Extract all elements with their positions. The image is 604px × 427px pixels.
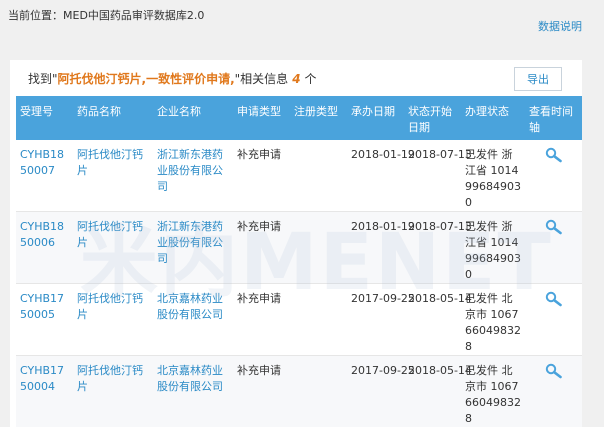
company-name[interactable]: 浙江新东港药业股份有限公司: [153, 140, 233, 212]
breadcrumb: 当前位置：MED中国药品审评数据库2.0: [8, 9, 205, 22]
col-header-id[interactable]: 受理号: [16, 96, 73, 140]
acceptance-id[interactable]: CYHB1750004: [16, 356, 73, 427]
magnifier-icon[interactable]: [545, 291, 563, 312]
handling-status: 已发件 北京市 1067660498328: [465, 364, 521, 425]
timeline-cell: [525, 284, 582, 356]
export-button[interactable]: 导出: [514, 67, 562, 91]
table-header-row: 受理号 药品名称 企业名称 申请类型 注册类型 承办日期 状态开始日期 办理状态…: [16, 96, 582, 140]
top-bar: 当前位置：MED中国药品审评数据库2.0 数据说明: [0, 0, 604, 60]
results-panel: 找到"阿托伐他汀钙片,一致性评价申请,"相关信息 4 个 导出 受理号 药品名称 企…: [10, 60, 582, 427]
table-row: CYHB1750004 阿托伐他汀钙片 北京嘉林药业股份有限公司 补充申请 20…: [16, 355, 582, 427]
undertake-date: 2018-01-19: [351, 220, 415, 233]
registration-type: [290, 140, 347, 212]
handling-status: 已发件 浙江省 1014996849030: [465, 148, 521, 209]
col-header-company[interactable]: 企业名称: [153, 96, 233, 140]
application-type: 补充申请: [237, 148, 281, 161]
timeline-cell: [525, 356, 582, 427]
company-name[interactable]: 北京嘉林药业股份有限公司: [153, 356, 233, 427]
col-header-status[interactable]: 办理状态: [461, 96, 525, 140]
status-start-date: 2018-07-13: [408, 220, 472, 233]
acceptance-id[interactable]: CYHB1750005: [16, 284, 73, 356]
handling-status: 已发件 浙江省 1014996849030: [465, 220, 521, 281]
company-name[interactable]: 浙江新东港药业股份有限公司: [153, 212, 233, 284]
undertake-date: 2017-09-25: [351, 292, 415, 305]
timeline-cell: [525, 212, 582, 284]
data-help-link[interactable]: 数据说明: [538, 18, 582, 34]
col-header-timeline[interactable]: 查看时间轴: [525, 96, 582, 140]
undertake-date: 2017-09-25: [351, 364, 415, 377]
summary-unit: 个: [304, 72, 317, 86]
table-row: CYHB1750005 阿托伐他汀钙片 北京嘉林药业股份有限公司 补充申请 20…: [16, 284, 582, 356]
magnifier-icon[interactable]: [545, 363, 563, 384]
drug-name[interactable]: 阿托伐他汀钙片: [73, 212, 153, 284]
col-header-reg-type[interactable]: 注册类型: [290, 96, 347, 140]
drug-name[interactable]: 阿托伐他汀钙片: [73, 284, 153, 356]
summary-query: 阿托伐他汀钙片,一致性评价申请,: [57, 72, 235, 86]
acceptance-id[interactable]: CYHB1850006: [16, 212, 73, 284]
summary-prefix: 找到": [28, 72, 58, 86]
magnifier-icon[interactable]: [545, 147, 563, 168]
summary-suffix: "相关信息: [234, 72, 289, 86]
col-header-drug[interactable]: 药品名称: [73, 96, 153, 140]
result-summary: 找到"阿托伐他汀钙片,一致性评价申请,"相关信息 4 个: [28, 70, 317, 87]
acceptance-id[interactable]: CYHB1850007: [16, 140, 73, 212]
company-name[interactable]: 北京嘉林药业股份有限公司: [153, 284, 233, 356]
table-row: CYHB1850007 阿托伐他汀钙片 浙江新东港药业股份有限公司 补充申请 2…: [16, 140, 582, 212]
status-start-date: 2018-07-13: [408, 148, 472, 161]
registration-type: [290, 284, 347, 356]
magnifier-icon[interactable]: [545, 219, 563, 240]
col-header-app-type[interactable]: 申请类型: [233, 96, 290, 140]
drug-name[interactable]: 阿托伐他汀钙片: [73, 140, 153, 212]
results-table: 受理号 药品名称 企业名称 申请类型 注册类型 承办日期 状态开始日期 办理状态…: [16, 96, 582, 427]
application-type: 补充申请: [237, 364, 281, 377]
col-header-status-date[interactable]: 状态开始日期: [404, 96, 461, 140]
result-count: 4: [292, 72, 301, 86]
table-row: CYHB1850006 阿托伐他汀钙片 浙江新东港药业股份有限公司 补充申请 2…: [16, 211, 582, 284]
application-type: 补充申请: [237, 292, 281, 305]
drug-name[interactable]: 阿托伐他汀钙片: [73, 356, 153, 427]
registration-type: [290, 356, 347, 427]
undertake-date: 2018-01-19: [351, 148, 415, 161]
col-header-date[interactable]: 承办日期: [347, 96, 404, 140]
handling-status: 已发件 北京市 1067660498328: [465, 292, 521, 353]
status-start-date: 2018-05-14: [408, 364, 472, 377]
registration-type: [290, 212, 347, 284]
application-type: 补充申请: [237, 220, 281, 233]
timeline-cell: [525, 140, 582, 212]
status-start-date: 2018-05-14: [408, 292, 472, 305]
